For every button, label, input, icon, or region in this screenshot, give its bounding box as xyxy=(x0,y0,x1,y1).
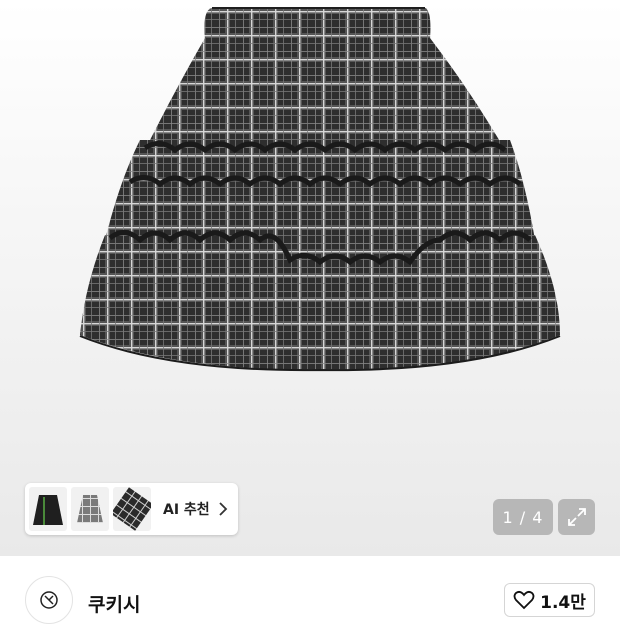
like-button[interactable]: 1.4만 xyxy=(504,583,595,617)
image-counter: 1 / 4 xyxy=(493,499,553,535)
diagonal-plaid-skirt-icon xyxy=(113,487,151,531)
thumbnail-black-plaid-skirt[interactable] xyxy=(29,487,67,531)
black-plaid-skirt-icon xyxy=(33,495,63,525)
brand-logo-icon xyxy=(40,591,58,609)
thumbnail-gray-plaid-skirt[interactable] xyxy=(71,487,109,531)
seller-name[interactable]: 쿠키시 xyxy=(88,590,140,617)
like-count: 1.4만 xyxy=(540,592,586,613)
ai-recommend-strip[interactable]: AI 추천 xyxy=(25,483,238,535)
seller-logo[interactable] xyxy=(25,576,73,624)
product-image-gallery[interactable]: AI 추천 1 / 4 xyxy=(0,0,620,556)
thumbnail-diagonal-plaid-skirt[interactable] xyxy=(113,487,151,531)
product-image xyxy=(79,7,561,372)
seller-bar: 쿠키시 1.4만 xyxy=(0,556,620,624)
chevron-right-icon xyxy=(219,502,227,516)
expand-icon xyxy=(567,508,586,526)
ai-recommend-label: AI 추천 xyxy=(163,502,210,518)
gray-plaid-skirt-icon xyxy=(77,495,103,523)
heart-icon xyxy=(513,590,535,610)
expand-button[interactable] xyxy=(558,499,595,535)
